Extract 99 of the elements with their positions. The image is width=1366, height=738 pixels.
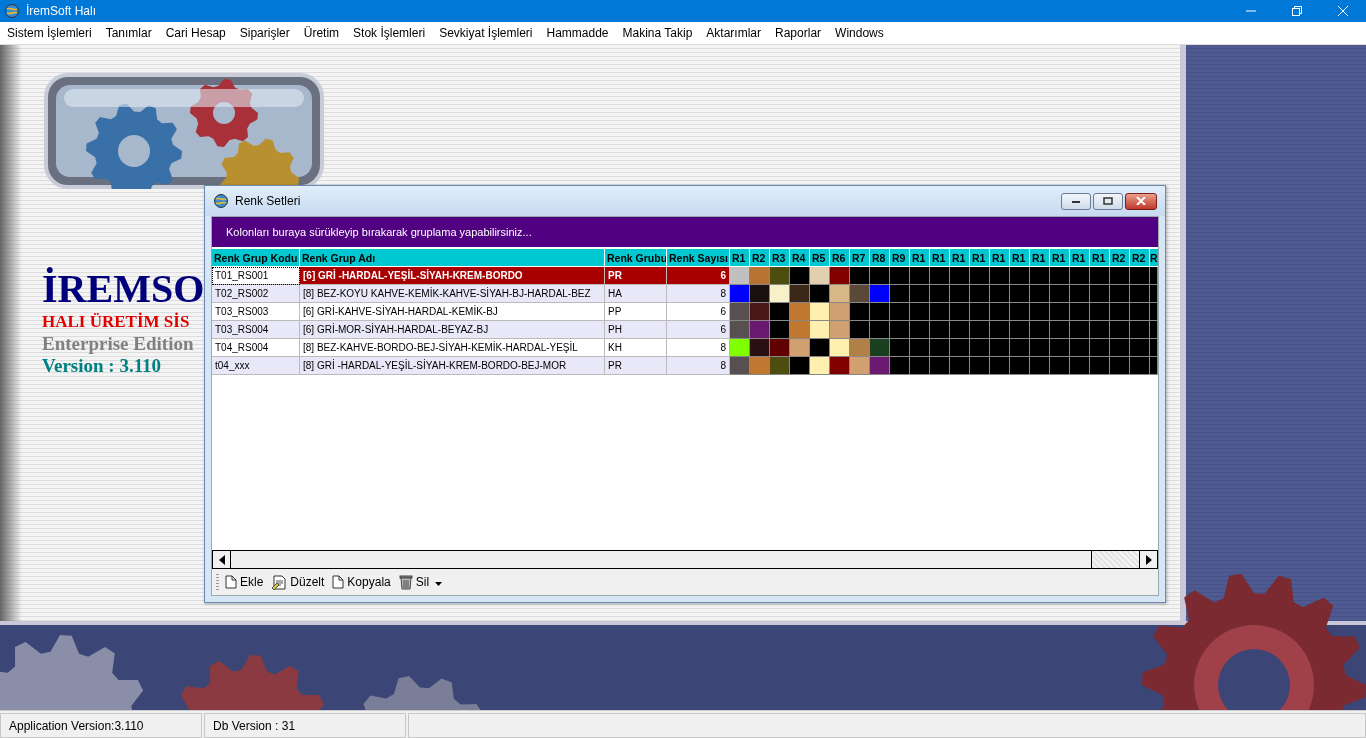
toolbar-button[interactable]: Düzelt — [269, 574, 327, 590]
column-header[interactable]: R6 — [830, 249, 850, 267]
table-cell: KH — [605, 339, 667, 357]
column-header[interactable]: R1 — [1010, 249, 1030, 267]
table-cell: T01_RS001 — [212, 267, 300, 285]
column-header[interactable]: Renk Grup Kodu — [212, 249, 300, 267]
column-header[interactable]: R3 — [770, 249, 790, 267]
toolbar-button[interactable]: Ekle — [223, 575, 266, 589]
edition-label: Enterprise Edition — [42, 333, 195, 355]
edit-document-icon — [271, 574, 288, 590]
scroll-right-icon[interactable] — [1145, 554, 1152, 565]
document-icon — [332, 575, 345, 589]
table-row[interactable]: T02_RS002 [8] BEZ-KOYU KAHVE-KEMİK-KAHVE-SİYAH-BJ-HARDAL-BEZ HA 8 — [212, 285, 1158, 303]
group-by-area[interactable]: Kolonları buraya sürükleyip bırakarak gruplama yapabilirsiniz... — [212, 217, 1158, 247]
menu-item[interactable]: Üretim — [296, 26, 347, 40]
document-icon — [225, 575, 237, 589]
table-cell: PH — [605, 321, 667, 339]
table-row[interactable]: T03_RS004 [6] GRİ-MOR-SİYAH-HARDAL-BEYAZ-BJ PH 6 — [212, 321, 1158, 339]
column-header[interactable]: R2 — [1110, 249, 1130, 267]
close-button[interactable] — [1125, 192, 1157, 210]
menu-item[interactable]: Raporlar — [768, 26, 829, 40]
status-panel: Db Version : 31 — [204, 713, 406, 738]
menu-item[interactable]: Sevkiyat İşlemleri — [432, 26, 540, 40]
table-cell: 6 — [667, 303, 730, 321]
table-row[interactable]: T04_RS004 [8] BEZ-KAHVE-BORDO-BEJ-SİYAH-KEMİK-HARDAL-YEŞİL KH 8 — [212, 339, 1158, 357]
table-cell: [8] BEZ-KOYU KAHVE-KEMİK-KAHVE-SİYAH-BJ-HARDAL-BEZ — [300, 285, 605, 303]
toolbar-button[interactable]: Kopyala — [330, 575, 393, 589]
table-row[interactable]: T01_RS001 [6] GRİ -HARDAL-YEŞİL-SİYAH-KREM-BORDO PR 6 — [212, 267, 1158, 285]
horizontal-scrollbar[interactable] — [212, 550, 1158, 569]
group-hint: Kolonları buraya sürükleyip bırakarak gruplama yapabilirsiniz... — [226, 226, 532, 238]
trash-icon — [398, 574, 413, 590]
scroll-left-icon[interactable] — [218, 554, 225, 565]
table-cell: T03_RS004 — [212, 321, 300, 339]
table-cell: [8] BEZ-KAHVE-BORDO-BEJ-SİYAH-KEMİK-HARDAL-YEŞİL — [300, 339, 605, 357]
close-icon — [1338, 6, 1348, 16]
column-header[interactable]: R1 — [970, 249, 990, 267]
window-title: İremSoft Halı — [26, 4, 98, 18]
close-icon — [1136, 197, 1146, 205]
menu-item[interactable]: Windows — [828, 26, 891, 40]
status-panel: Application Version:3.110 — [0, 713, 202, 738]
table-cell: T03_RS003 — [212, 303, 300, 321]
menu-item[interactable]: Aktarımlar — [699, 26, 769, 40]
menu-item[interactable]: Makina Takip — [615, 26, 700, 40]
menu-item[interactable]: Sistem İşlemleri — [0, 26, 99, 40]
table-cell: T04_RS004 — [212, 339, 300, 357]
maximize-icon — [1103, 197, 1113, 205]
minimize-button[interactable] — [1061, 192, 1091, 210]
column-header[interactable]: R1 — [1030, 249, 1050, 267]
column-header[interactable]: R1 — [990, 249, 1010, 267]
table-cell: PP — [605, 303, 667, 321]
menu-item[interactable]: Hammadde — [539, 26, 616, 40]
column-header[interactable]: R1 — [1050, 249, 1070, 267]
column-header[interactable]: Renk Sayısı — [667, 249, 730, 267]
table-cell: 8 — [667, 285, 730, 303]
minimize-icon — [1071, 198, 1081, 204]
column-header[interactable]: R1 — [910, 249, 930, 267]
maximize-button[interactable] — [1093, 192, 1123, 210]
table-cell: 6 — [667, 267, 730, 285]
window-title: Renk Setleri — [235, 194, 302, 208]
table-cell: PR — [605, 267, 667, 285]
table-cell: 8 — [667, 357, 730, 375]
table-cell: [8] GRİ -HARDAL-YEŞİL-SİYAH-KREM-BORDO-BEJ-MOR — [300, 357, 605, 375]
restore-icon — [1292, 6, 1302, 16]
column-header[interactable]: R9 — [890, 249, 910, 267]
table-cell: t04_xxx — [212, 357, 300, 375]
column-header[interactable]: R — [1150, 249, 1158, 267]
brand-subtitle: HALI ÜRETİM SİS — [42, 311, 191, 333]
table-cell: T02_RS002 — [212, 285, 300, 303]
column-header[interactable]: R7 — [850, 249, 870, 267]
version-label: Version : 3.110 — [42, 355, 163, 377]
column-header[interactable]: R1 — [950, 249, 970, 267]
column-header[interactable]: R5 — [810, 249, 830, 267]
column-header[interactable]: R8 — [870, 249, 890, 267]
column-header[interactable]: R1 — [1070, 249, 1090, 267]
table-cell: HA — [605, 285, 667, 303]
table-cell: 6 — [667, 321, 730, 339]
table-cell: PR — [605, 357, 667, 375]
table-cell: 8 — [667, 339, 730, 357]
menu-item[interactable]: Tanımlar — [98, 26, 159, 40]
column-header[interactable]: R1 — [1090, 249, 1110, 267]
menu-item[interactable]: Siparişler — [232, 26, 297, 40]
menu-item[interactable]: Cari Hesap — [158, 26, 233, 40]
brand-name: İREMSO — [42, 267, 205, 311]
app-globe-icon — [4, 3, 20, 19]
globe-icon — [213, 193, 229, 209]
toolbar-button[interactable]: Sil — [396, 574, 432, 590]
menu-item[interactable]: Stok İşlemleri — [346, 26, 433, 40]
column-header[interactable]: R1 — [930, 249, 950, 267]
column-header[interactable]: R2 — [750, 249, 770, 267]
column-header[interactable]: R2 — [1130, 249, 1150, 267]
column-header[interactable]: R4 — [790, 249, 810, 267]
table-row[interactable]: T03_RS003 [6] GRİ-KAHVE-SİYAH-HARDAL-KEMİK-BJ PP 6 — [212, 303, 1158, 321]
column-header[interactable]: Renk Grubu — [605, 249, 667, 267]
table-row[interactable]: t04_xxx [8] GRİ -HARDAL-YEŞİL-SİYAH-KREM-BORDO-BEJ-MOR PR 8 — [212, 357, 1158, 375]
column-header[interactable]: R1 — [730, 249, 750, 267]
table-cell: [6] GRİ-KAHVE-SİYAH-HARDAL-KEMİK-BJ — [300, 303, 605, 321]
table-cell: [6] GRİ -HARDAL-YEŞİL-SİYAH-KREM-BORDO — [300, 267, 605, 285]
column-header[interactable]: Renk Grup Adı — [300, 249, 605, 267]
table-cell: [6] GRİ-MOR-SİYAH-HARDAL-BEYAZ-BJ — [300, 321, 605, 339]
